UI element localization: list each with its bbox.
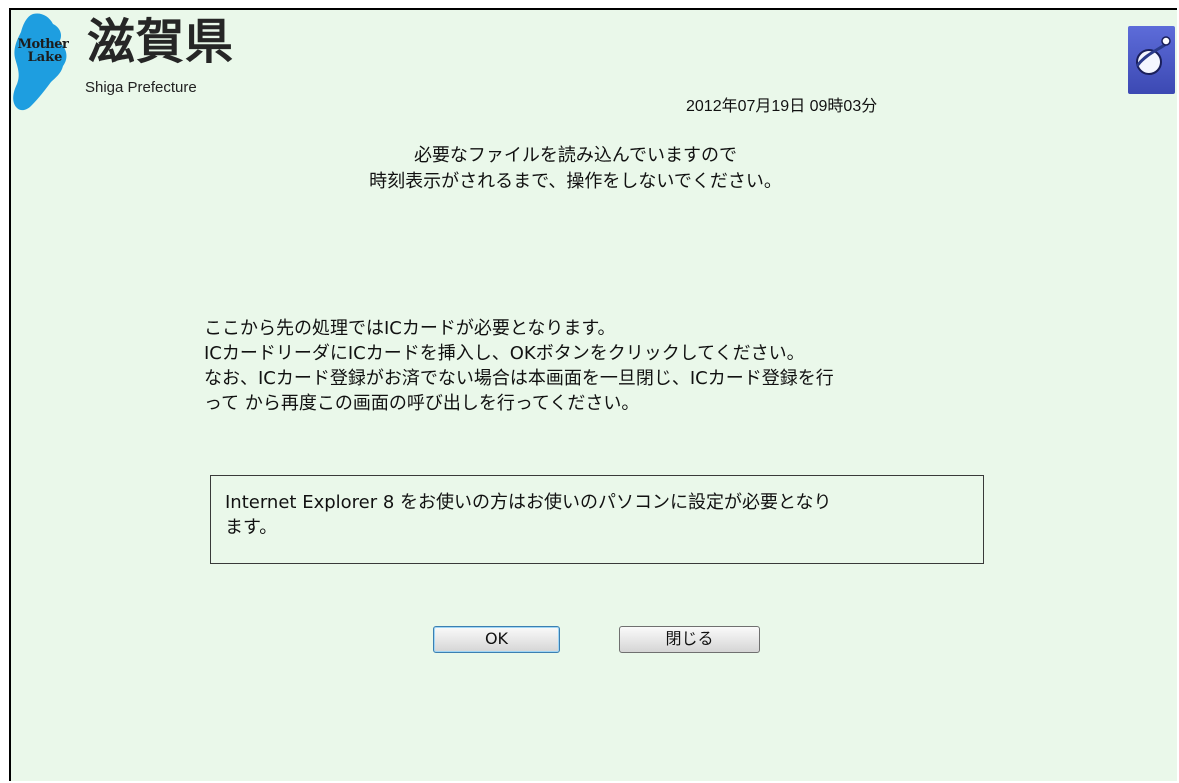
ie8-notice-box: Internet Explorer 8 をお使いの方はお使いのパソコンに設定が必… bbox=[210, 475, 984, 564]
page-frame: Mother Lake 滋賀県 Shiga Prefecture 2012年07… bbox=[9, 8, 1177, 781]
ic-card-instruction-line-4: って から再度この画面の呼び出しを行ってください。 bbox=[204, 393, 640, 414]
prefecture-title: 滋賀県 bbox=[87, 14, 235, 70]
mother-lake-logo: Mother Lake bbox=[11, 12, 79, 118]
ie8-notice-line-2: ます。 bbox=[225, 517, 278, 538]
ok-button[interactable]: OK bbox=[433, 626, 560, 653]
loading-notice-line-2: 時刻表示がされるまで、操作をしないでください。 bbox=[369, 171, 782, 192]
ic-card-instruction-line-3: なお、ICカード登録がお済でない場合は本画面を一旦閉じ、ICカード登録を行 bbox=[204, 368, 834, 389]
logo-text-lake: Lake bbox=[27, 50, 63, 65]
close-button[interactable]: 閉じる bbox=[619, 626, 760, 653]
ic-card-instruction-line-1: ここから先の処理ではICカードが必要となります。 bbox=[204, 318, 616, 339]
loading-notice-line-1: 必要なファイルを読み込んでいますので bbox=[413, 145, 738, 166]
prefecture-subtitle: Shiga Prefecture bbox=[85, 79, 197, 96]
ic-card-instruction-line-2: ICカードリーダにICカードを挿入し、OKボタンをクリックしてください。 bbox=[204, 343, 805, 364]
datetime-display: 2012年07月19日 09時03分 bbox=[686, 98, 878, 115]
ie8-notice-line-1: Internet Explorer 8 をお使いの方はお使いのパソコンに設定が必… bbox=[225, 492, 832, 513]
browser-globe-icon[interactable] bbox=[1128, 26, 1175, 94]
